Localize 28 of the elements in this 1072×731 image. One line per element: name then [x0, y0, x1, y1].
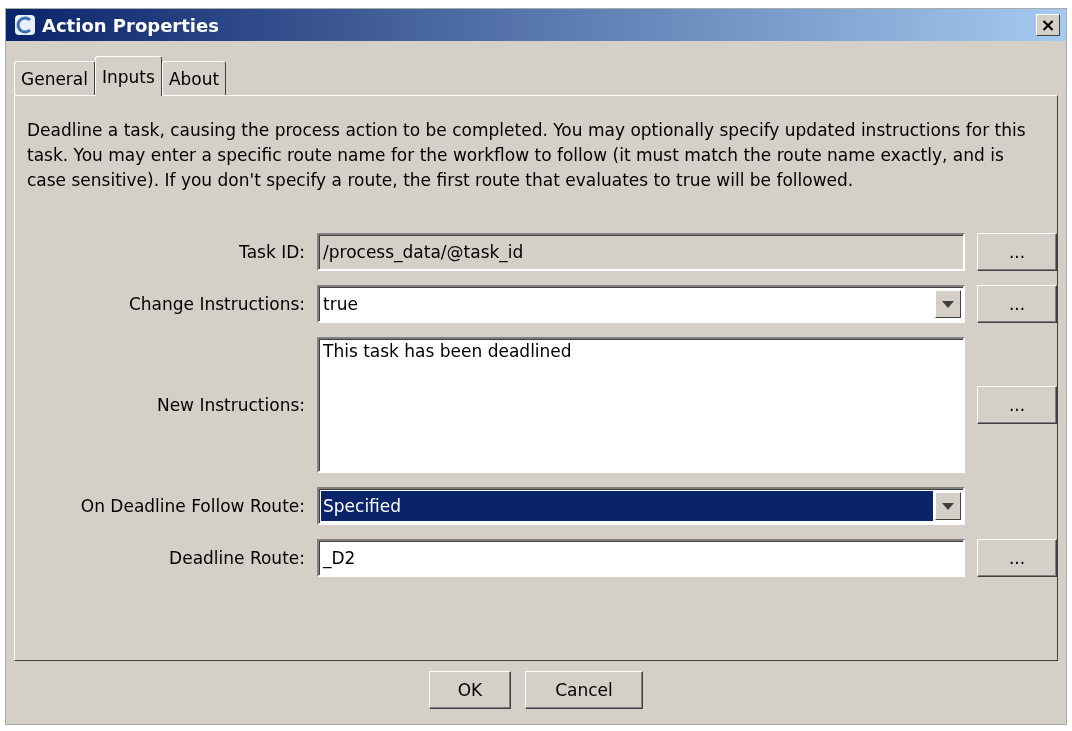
dropdown-field[interactable]: Specified	[317, 487, 965, 525]
browse-button[interactable]: ...	[977, 285, 1057, 323]
field-label: On Deadline Follow Route:	[79, 496, 305, 516]
window-title: Action Properties	[42, 14, 220, 36]
browse-button[interactable]: ...	[977, 233, 1057, 271]
description-text: Deadline a task, causing the process action to be completed. You may optionally specify updated instructions for this task. You may enter a specific route name for the workflow to follow (it must match the route name exactly, and is case sensitive). If you don't specify a route, the first route that evaluates to true will be followed.	[27, 119, 1027, 192]
dialog-button[interactable]: Cancel	[525, 671, 643, 709]
text-field[interactable]: _D2	[317, 539, 965, 577]
tab[interactable]: Inputs	[95, 56, 162, 96]
dropdown-value: Specified	[321, 491, 933, 521]
field-label: Task ID:	[238, 242, 305, 262]
dropdown-button[interactable]	[935, 290, 961, 318]
tab[interactable]: General	[14, 61, 95, 95]
dialog-button[interactable]: OK	[429, 671, 511, 709]
close-button[interactable]: ×	[1036, 14, 1060, 36]
caret-icon	[942, 300, 954, 308]
field-label: New Instructions:	[155, 395, 305, 415]
field-label: Change Instructions:	[127, 294, 305, 314]
caret-icon	[942, 502, 954, 510]
dropdown-field[interactable]: true	[317, 285, 965, 323]
field-label: Deadline Route:	[168, 548, 305, 568]
app-logo-icon	[14, 14, 36, 36]
browse-button[interactable]: ...	[977, 386, 1057, 424]
tab[interactable]: About	[161, 61, 227, 95]
text-area[interactable]: This task has been deadlined	[317, 337, 965, 473]
browse-button[interactable]: ...	[977, 539, 1057, 577]
dropdown-button[interactable]	[935, 492, 961, 520]
text-field[interactable]: /process_data/@task_id	[317, 233, 965, 271]
